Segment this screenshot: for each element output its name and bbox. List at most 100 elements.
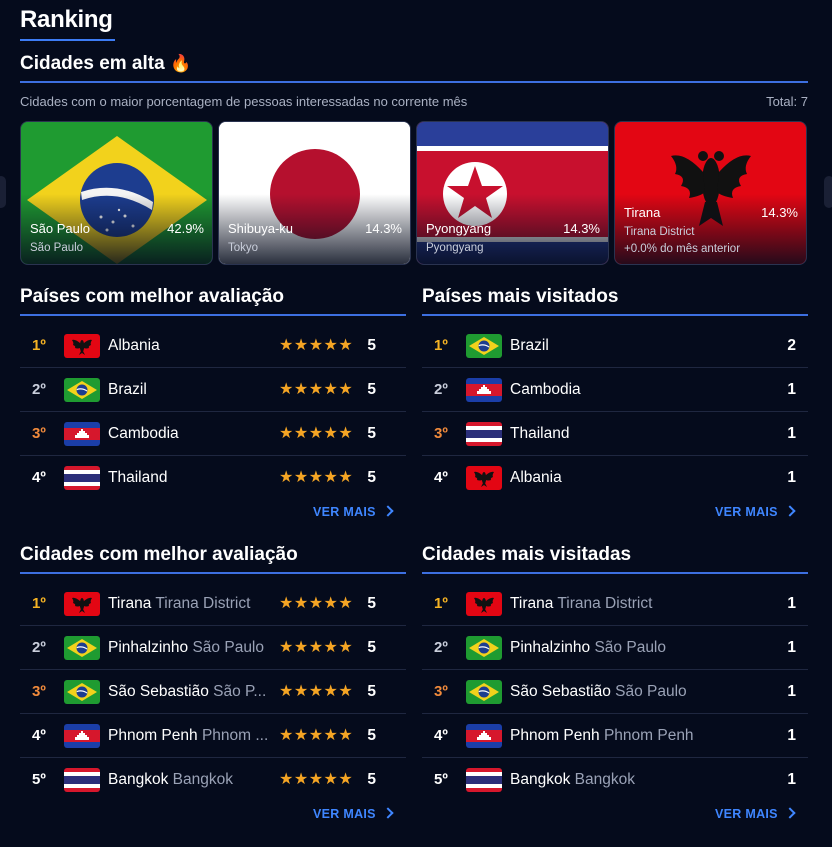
visited-cities-see-more-link[interactable]: VER MAIS xyxy=(715,807,796,821)
brazil-flag-icon xyxy=(64,378,100,402)
table-row[interactable]: 4º Albania 1 xyxy=(422,456,808,500)
chevron-right-icon xyxy=(784,807,796,819)
country-name: Thailand xyxy=(510,425,570,442)
brazil-flag-icon xyxy=(64,680,100,704)
card-city-name: Pyongyang xyxy=(426,221,492,236)
table-row[interactable]: 2º Pinhalzinho São Paulo ★★★★★ 5 xyxy=(20,626,406,670)
table-row[interactable]: 5º Bangkok Bangkok ★★★★★ 5 xyxy=(20,758,406,802)
city-name: Bangkok Bangkok xyxy=(108,771,278,789)
table-row[interactable]: 4º Phnom Penh Phnom ... ★★★★★ 5 xyxy=(20,714,406,758)
page-title-underline xyxy=(20,39,115,41)
table-row[interactable]: 2º Brazil ★★★★★ 5 xyxy=(20,368,406,412)
visit-count: 2 xyxy=(787,337,796,354)
best-cities-divider xyxy=(20,572,406,574)
card-city-name: Shibuya-ku xyxy=(228,221,294,236)
trending-card-sao-paulo[interactable]: São Paulo 42.9% São Paulo xyxy=(20,121,213,265)
albania-flag-icon xyxy=(64,592,100,616)
rating-score: 5 xyxy=(367,425,376,442)
trending-title-text: Cidades em alta xyxy=(20,53,165,74)
table-row[interactable]: 3º Thailand 1 xyxy=(422,412,808,456)
star-rating-icon: ★★★★★ xyxy=(279,381,354,398)
carousel-prev-button[interactable] xyxy=(0,176,6,208)
visited-countries-see-more-link[interactable]: VER MAIS xyxy=(715,505,796,519)
table-row[interactable]: 3º São Sebastião São Paulo 1 xyxy=(422,670,808,714)
city-label: Phnom Penh xyxy=(108,727,198,744)
carousel-next-button[interactable] xyxy=(824,176,832,208)
rank-label: 5º xyxy=(32,771,46,788)
city-region: São Paulo xyxy=(192,639,264,656)
rating-score: 5 xyxy=(367,595,376,612)
card-percentage: 42.9% xyxy=(167,221,204,236)
country-name: Brazil xyxy=(108,381,147,398)
rank-label: 3º xyxy=(32,425,46,442)
country-name: Brazil xyxy=(510,337,549,354)
star-rating-icon: ★★★★★ xyxy=(279,639,354,656)
card-city-name: Tirana xyxy=(624,205,661,220)
rating-score: 5 xyxy=(367,337,376,354)
table-row[interactable]: 2º Cambodia 1 xyxy=(422,368,808,412)
city-region: São Paulo xyxy=(594,639,666,656)
rank-label: 1º xyxy=(434,337,448,354)
trending-card-shibuya[interactable]: Shibuya-ku 14.3% Tokyo xyxy=(218,121,411,265)
city-name: Tirana Tirana District xyxy=(510,595,770,613)
city-label: Bangkok xyxy=(108,771,169,788)
table-row[interactable]: 1º Brazil 2 xyxy=(422,324,808,368)
table-row[interactable]: 1º Tirana Tirana District 1 xyxy=(422,582,808,626)
visit-count: 1 xyxy=(787,595,796,612)
city-label: São Sebastião xyxy=(510,683,611,700)
table-row[interactable]: 3º São Sebastião São P... ★★★★★ 5 xyxy=(20,670,406,714)
thailand-flag-icon xyxy=(466,422,502,446)
city-label: Pinhalzinho xyxy=(108,639,189,656)
rating-score: 5 xyxy=(367,639,376,656)
trending-card-tirana[interactable]: Tirana 14.3% Tirana District +0.0% do mê… xyxy=(614,121,807,265)
rank-label: 5º xyxy=(434,771,448,788)
city-name: São Sebastião São Paulo xyxy=(510,683,770,701)
star-rating-icon: ★★★★★ xyxy=(279,727,354,744)
best-countries-see-more-link[interactable]: VER MAIS xyxy=(313,505,394,519)
table-row[interactable]: 1º Albania ★★★★★ 5 xyxy=(20,324,406,368)
table-row[interactable]: 5º Bangkok Bangkok 1 xyxy=(422,758,808,802)
visited-countries-divider xyxy=(422,314,808,316)
rank-label: 2º xyxy=(434,381,448,398)
visit-count: 1 xyxy=(787,727,796,744)
visit-count: 1 xyxy=(787,469,796,486)
brazil-flag-icon xyxy=(64,636,100,660)
country-name: Albania xyxy=(510,469,562,486)
rank-label: 4º xyxy=(434,469,448,486)
city-label: Pinhalzinho xyxy=(510,639,591,656)
table-row[interactable]: 4º Thailand ★★★★★ 5 xyxy=(20,456,406,500)
trending-card-pyongyang[interactable]: Pyongyang 14.3% Pyongyang xyxy=(416,121,609,265)
card-region: Pyongyang xyxy=(426,242,484,254)
country-name: Cambodia xyxy=(510,381,581,398)
albania-flag-icon xyxy=(466,592,502,616)
city-region: Tirana District xyxy=(155,595,251,612)
rank-label: 3º xyxy=(434,425,448,442)
table-row[interactable]: 3º Cambodia ★★★★★ 5 xyxy=(20,412,406,456)
country-name: Albania xyxy=(108,337,160,354)
table-row[interactable]: 4º Phnom Penh Phnom Penh 1 xyxy=(422,714,808,758)
chevron-right-icon xyxy=(382,807,394,819)
best-countries-title: Países com melhor avaliação xyxy=(20,286,285,307)
rating-score: 5 xyxy=(367,683,376,700)
table-row[interactable]: 2º Pinhalzinho São Paulo 1 xyxy=(422,626,808,670)
star-rating-icon: ★★★★★ xyxy=(279,469,354,486)
city-region: Bangkok xyxy=(172,771,233,788)
card-region: São Paulo xyxy=(30,242,84,254)
star-rating-icon: ★★★★★ xyxy=(279,337,354,354)
table-row[interactable]: 1º Tirana Tirana District ★★★★★ 5 xyxy=(20,582,406,626)
rank-label: 2º xyxy=(32,381,46,398)
best-countries-divider xyxy=(20,314,406,316)
visited-cities-divider xyxy=(422,572,808,574)
best-cities-see-more-link[interactable]: VER MAIS xyxy=(313,807,394,821)
albania-flag-icon xyxy=(466,466,502,490)
rank-label: 4º xyxy=(32,469,46,486)
city-label: Tirana xyxy=(108,595,152,612)
card-percentage: 14.3% xyxy=(563,221,600,236)
city-region: São P... xyxy=(213,683,267,700)
page-title: Ranking xyxy=(20,6,113,33)
city-label: Phnom Penh xyxy=(510,727,600,744)
city-name: Pinhalzinho São Paulo xyxy=(108,639,278,657)
thailand-flag-icon xyxy=(64,768,100,792)
rank-label: 3º xyxy=(32,683,46,700)
card-percentage: 14.3% xyxy=(761,205,798,220)
